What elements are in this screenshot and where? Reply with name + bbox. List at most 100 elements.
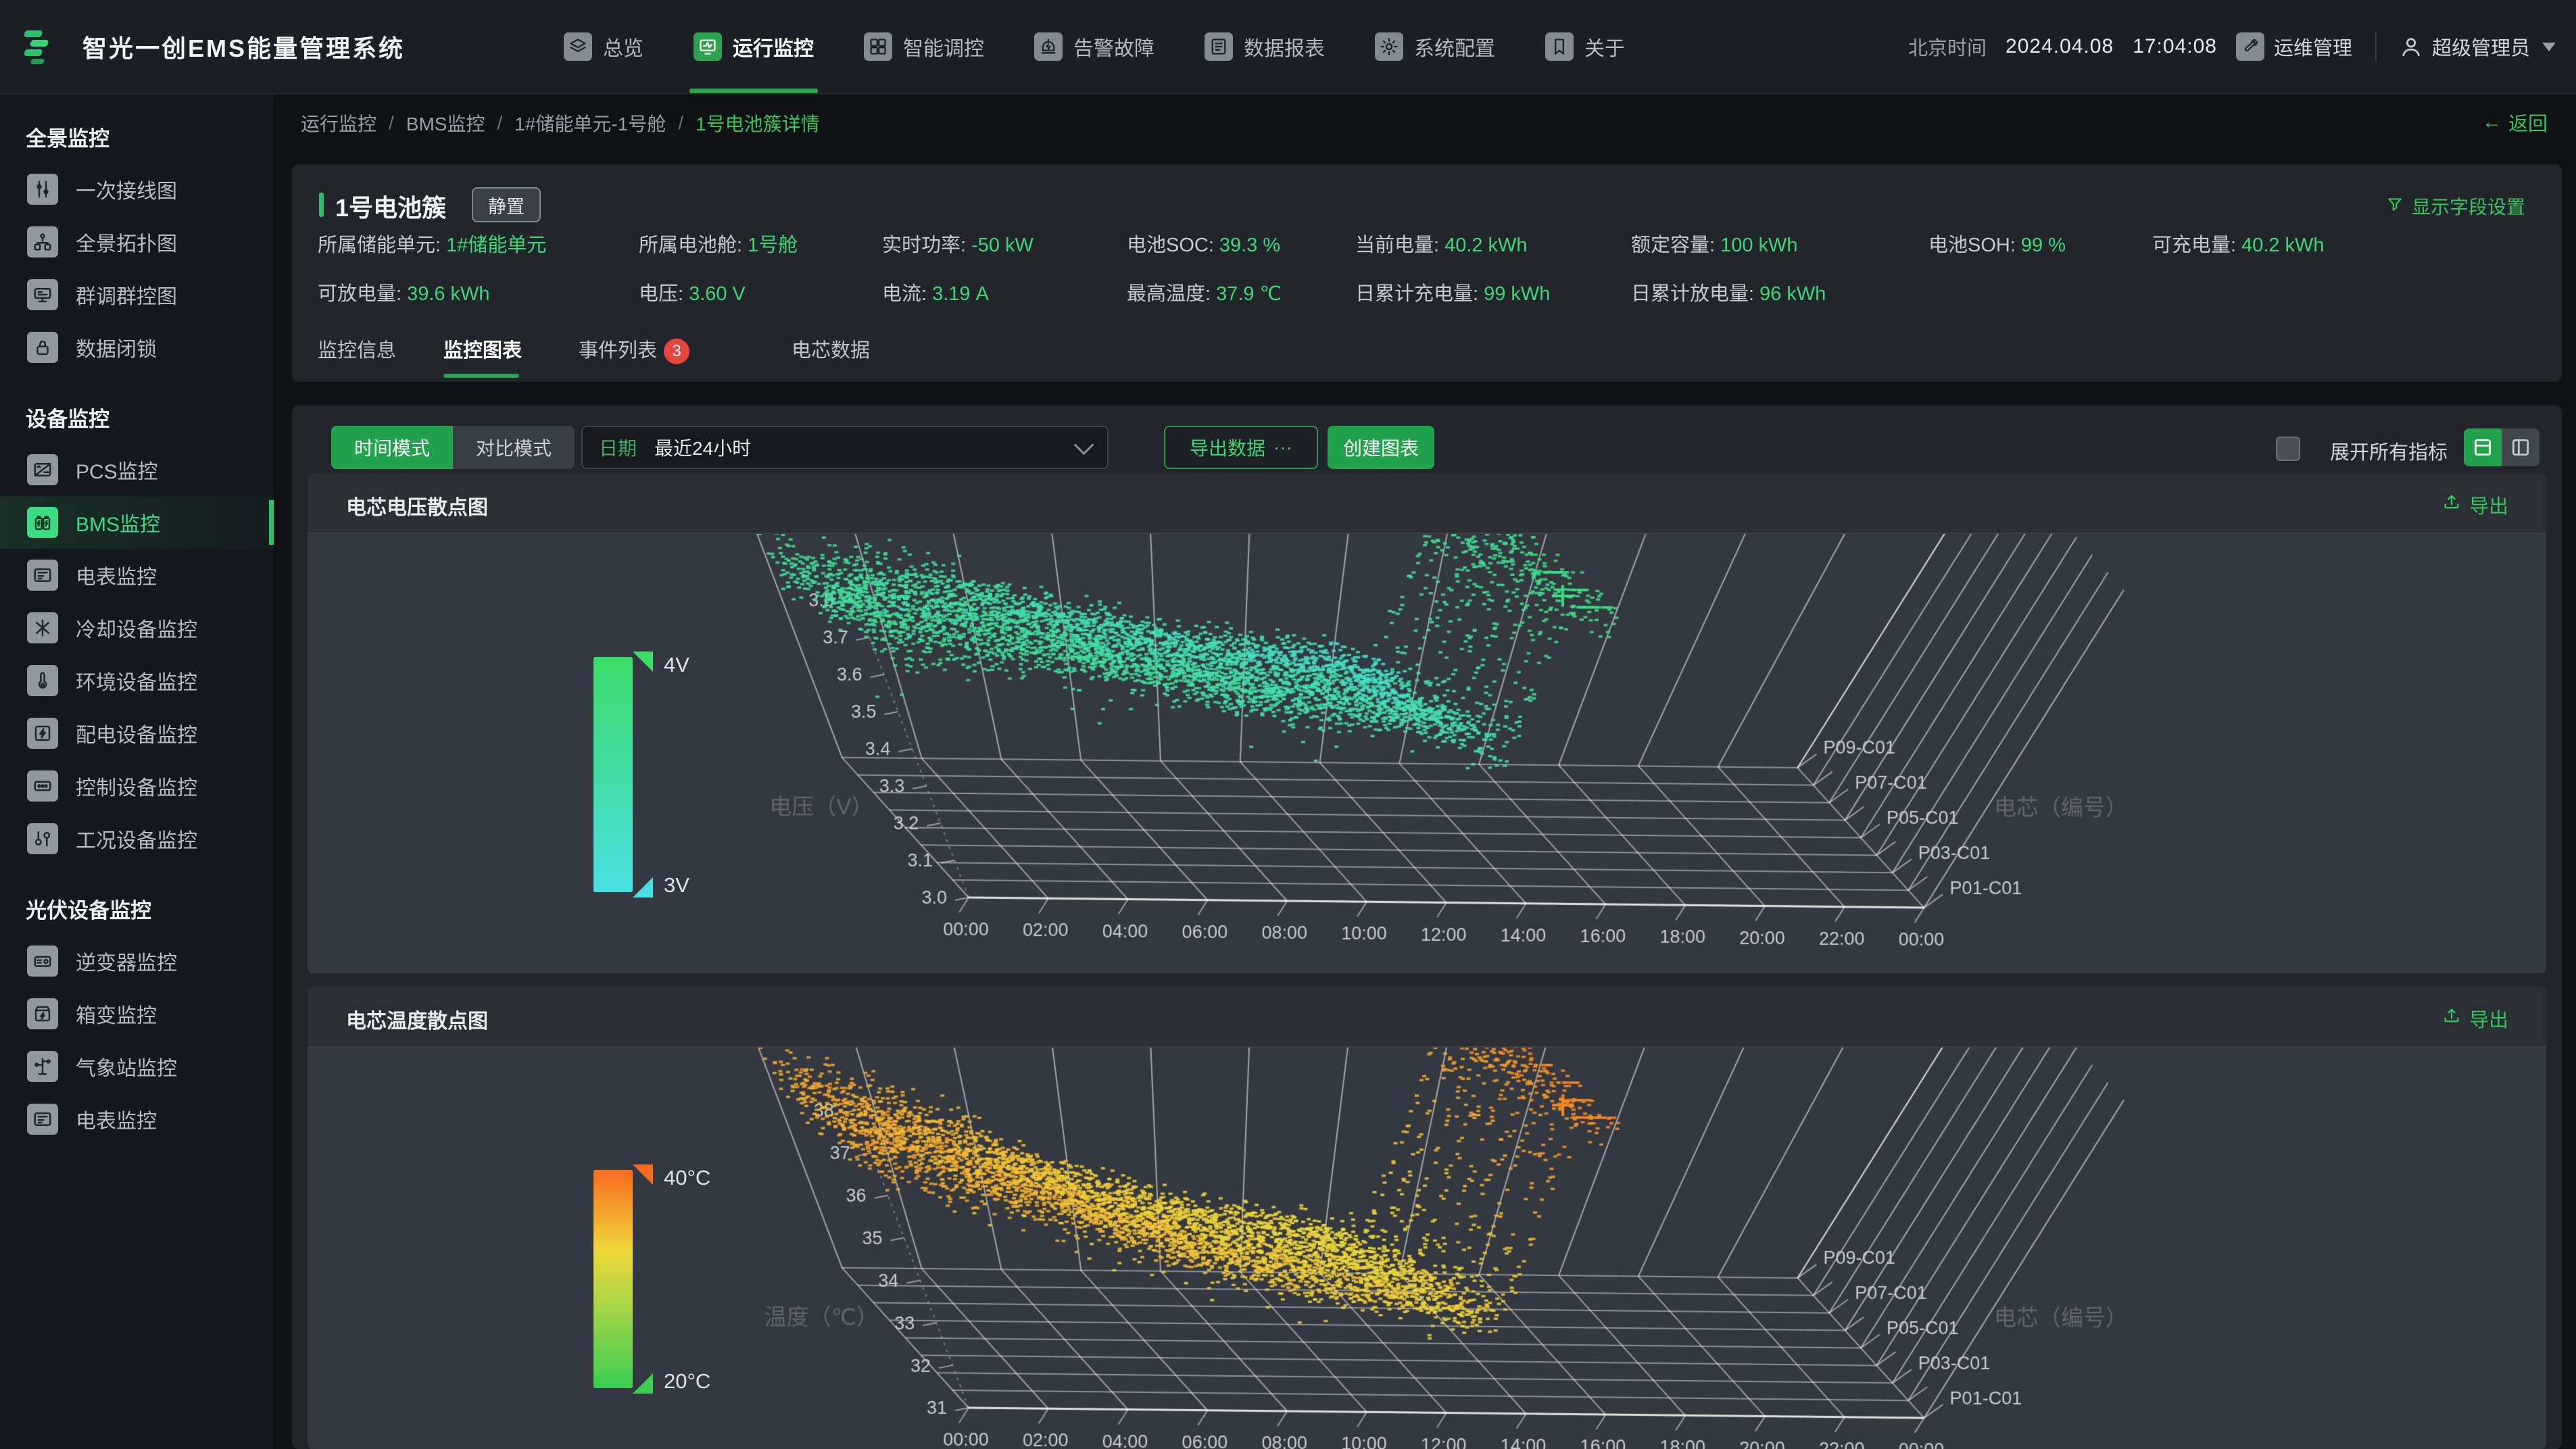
temperature-export-button[interactable]: 导出 — [2442, 1004, 2508, 1033]
field-label: 电流: — [882, 283, 927, 305]
topology-icon — [27, 226, 58, 257]
create-chart-button[interactable]: 创建图表 — [1328, 426, 1434, 469]
pcs-icon — [27, 454, 58, 485]
title-accent-bar — [319, 193, 324, 217]
breadcrumb-item-3: 1号电池簇详情 — [696, 109, 820, 137]
sidebar-item-label: 逆变器监控 — [76, 946, 177, 976]
app-title: 智光一创EMS能量管理系统 — [82, 29, 405, 64]
colorbar-min-handle[interactable] — [633, 877, 653, 898]
field-value: 39.6 kWh — [407, 283, 490, 305]
nav-label: 系统配置 — [1414, 32, 1495, 62]
sidebar-item-1-3[interactable]: 冷却设备监控 — [0, 601, 274, 654]
back-button[interactable]: ← 返回 — [2482, 108, 2548, 137]
sidebar-item-1-2[interactable]: 电表监控 — [0, 549, 274, 601]
field-settings-label: 显示字段设置 — [2412, 193, 2525, 220]
field-label: 电压: — [639, 283, 683, 305]
field-value: 99 % — [2021, 235, 2066, 256]
sidebar-item-1-5[interactable]: 配电设备监控 — [0, 707, 274, 760]
nav-item-0[interactable]: 总览 — [564, 0, 643, 93]
date-range-select[interactable]: 日期 最近24小时 — [581, 426, 1109, 469]
ops-management-link[interactable]: 运维管理 — [2236, 32, 2352, 61]
expand-all-checkbox[interactable] — [2276, 437, 2300, 461]
colorbar-min-handle[interactable] — [633, 1373, 653, 1394]
sidebar-item-2-2[interactable]: 气象站监控 — [0, 1040, 274, 1093]
time-mode-button[interactable]: 时间模式 — [331, 426, 453, 469]
sidebar-item-0-1[interactable]: 全景拓扑图 — [0, 216, 274, 268]
tab-0[interactable]: 监控信息 — [318, 335, 396, 378]
chevron-down-icon — [1074, 435, 1094, 455]
topbar-right: 北京时间 2024.04.08 17:04:08 运维管理 超级管理员 — [1908, 0, 2556, 93]
sidebar-item-label: PCS监控 — [76, 455, 158, 485]
ops-label: 运维管理 — [2274, 32, 2352, 61]
sidebar-item-label: 数据闭锁 — [76, 333, 157, 362]
clock-label: 北京时间 — [1908, 32, 1987, 61]
upload-icon — [2442, 493, 2461, 517]
gear-icon — [1375, 32, 1403, 61]
breadcrumb-item-1[interactable]: BMS监控 — [406, 109, 485, 137]
nav-item-2[interactable]: 智能调控 — [864, 0, 984, 93]
tab-1[interactable]: 监控图表 — [443, 335, 522, 378]
field-value: 3.19 A — [932, 283, 989, 305]
nav-label: 总览 — [603, 32, 643, 62]
voltage-scatter-panel: 电芯电压散点图 导出 4V3V — [308, 473, 2546, 973]
sidebar-item-label: 一次接线图 — [76, 174, 177, 204]
colorbar-min-label: 20°C — [664, 1369, 710, 1394]
sidebar-item-label: 箱变监控 — [76, 999, 157, 1029]
colorbar[interactable] — [593, 1170, 633, 1388]
sidebar-item-1-1[interactable]: BMS监控 — [0, 496, 274, 549]
sidebar-item-label: 电表监控 — [76, 560, 157, 590]
field-label: 可放电量: — [318, 283, 402, 305]
tab-label: 监控图表 — [443, 340, 522, 362]
battery-field: 日累计充电量:99 kWh — [1355, 278, 1550, 306]
sidebar-item-1-0[interactable]: PCS监控 — [0, 443, 274, 496]
sidebar-item-2-0[interactable]: 逆变器监控 — [0, 935, 274, 987]
sidebar-item-2-3[interactable]: 电表监控 — [0, 1093, 274, 1146]
export-data-button[interactable]: 导出数据 ··· — [1164, 426, 1318, 469]
colorbar-max-label: 4V — [664, 653, 689, 677]
power-icon — [27, 718, 58, 749]
nav-item-4[interactable]: 数据报表 — [1205, 0, 1325, 93]
nav-item-6[interactable]: 关于 — [1545, 0, 1625, 93]
voltage-scatter3d-canvas[interactable] — [308, 534, 2546, 973]
field-label: 实时功率: — [882, 235, 966, 256]
nav-label: 告警故障 — [1073, 32, 1155, 62]
report-icon — [1205, 32, 1233, 61]
voltage-export-button[interactable]: 导出 — [2442, 491, 2508, 519]
grid-icon — [864, 32, 892, 61]
sidebar-item-0-2[interactable]: 群调群控图 — [0, 268, 274, 321]
sidebar-item-2-1[interactable]: 箱变监控 — [0, 987, 274, 1040]
battery-field: 实时功率:-50 kW — [882, 229, 1034, 257]
colorbar-max-handle[interactable] — [633, 652, 653, 672]
split-layout-button[interactable] — [2502, 428, 2539, 466]
sidebar-item-1-4[interactable]: 环境设备监控 — [0, 654, 274, 707]
compare-mode-button[interactable]: 对比模式 — [453, 426, 575, 469]
app-logo: 智光一创EMS能量管理系统 — [0, 28, 523, 66]
breadcrumb-item-2[interactable]: 1#储能单元-1号舱 — [514, 109, 666, 137]
battery-cluster-title: 1号电池簇 — [335, 189, 446, 224]
sidebar-item-0-3[interactable]: 数据闭锁 — [0, 321, 274, 374]
user-menu[interactable]: 超级管理员 — [2400, 32, 2556, 61]
tab-label: 事件列表 — [579, 340, 657, 362]
nav-item-3[interactable]: 告警故障 — [1034, 0, 1155, 93]
sidebar-item-label: 工况设备监控 — [76, 824, 197, 854]
charts-card: 时间模式 对比模式 日期 最近24小时 导出数据 ··· 创建图表 展开所有指标 — [292, 406, 2562, 1449]
colorbar[interactable] — [593, 657, 633, 892]
nav-item-1[interactable]: 运行监控 — [694, 0, 814, 93]
single-column-layout-button[interactable] — [2464, 428, 2502, 466]
main-content: 运行监控/BMS监控/1#储能单元-1号舱/1号电池簇详情 ← 返回 1号电池簇… — [274, 93, 2576, 1449]
back-arrow-icon: ← — [2482, 112, 2502, 134]
sidebar-item-label: 全景拓扑图 — [76, 227, 177, 257]
breadcrumb-item-0[interactable]: 运行监控 — [301, 109, 376, 137]
breadcrumb-separator: / — [389, 112, 394, 134]
sidebar-item-0-0[interactable]: 一次接线图 — [0, 163, 274, 216]
field-label: 最高温度: — [1127, 283, 1211, 305]
sidebar-item-1-6[interactable]: 控制设备监控 — [0, 760, 274, 812]
nav-item-5[interactable]: 系统配置 — [1375, 0, 1495, 93]
export-label: 导出 — [2469, 1004, 2508, 1033]
colorbar-max-handle[interactable] — [633, 1164, 653, 1185]
user-label: 超级管理员 — [2432, 32, 2530, 61]
tab-2[interactable]: 事件列表3 — [579, 335, 689, 379]
sidebar-item-1-7[interactable]: 工况设备监控 — [0, 812, 274, 865]
tab-3[interactable]: 电芯数据 — [792, 335, 870, 378]
field-settings-button[interactable]: 显示字段设置 — [2386, 193, 2525, 220]
